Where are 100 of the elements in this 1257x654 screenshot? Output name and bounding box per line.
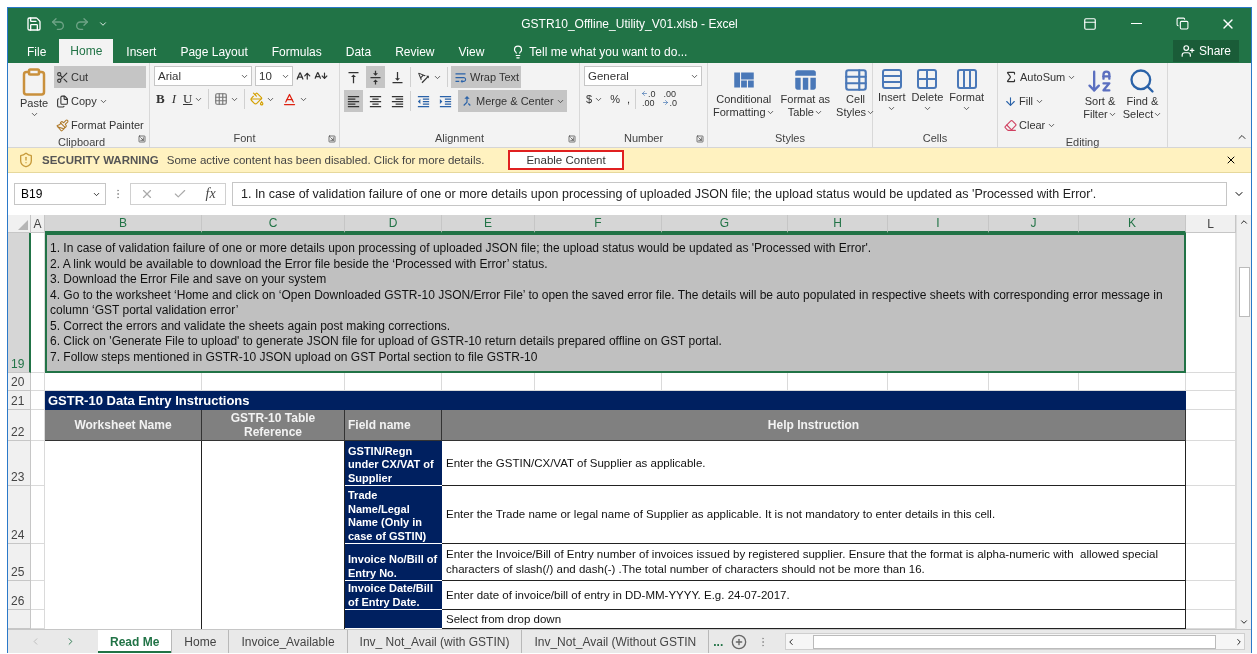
percent-button[interactable]: %	[608, 88, 622, 110]
middle-align-button[interactable]	[366, 66, 385, 88]
column-header[interactable]: B	[45, 215, 202, 233]
name-box[interactable]: B19	[14, 183, 106, 205]
sheet-tab[interactable]: Inv_Not_Avail (Without GSTIN	[522, 630, 710, 653]
table-format-icon	[792, 67, 819, 93]
tell-me-search[interactable]: Tell me what you want to do...	[505, 41, 694, 63]
number-format-field[interactable]: General	[584, 66, 702, 86]
column-header[interactable]: D	[345, 215, 442, 233]
column-header[interactable]: I	[888, 215, 989, 233]
column-header[interactable]: J	[989, 215, 1079, 233]
security-message[interactable]: Some active content has been disabled. Click for more details.	[166, 154, 485, 166]
merge-center-button[interactable]: Merge & Center	[458, 90, 567, 112]
currency-button[interactable]: $	[584, 88, 606, 110]
insert-function-button[interactable]: fx	[205, 186, 216, 202]
styles-button[interactable]: Cell Styles	[835, 66, 877, 132]
share-button[interactable]: Share	[1172, 40, 1239, 62]
decrease-decimal-button[interactable]: .00 .0	[660, 90, 679, 108]
ribbon-tab[interactable]: File	[16, 41, 58, 63]
group-label: Editing	[1065, 136, 1100, 148]
scroll-right-icon	[1234, 636, 1244, 647]
column-header[interactable]: F	[535, 215, 662, 233]
column-header[interactable]: H	[788, 215, 888, 233]
autosum-button[interactable]: AutoSum	[1002, 66, 1079, 88]
ribbon-tab[interactable]: Data	[334, 41, 383, 63]
ribbon-tab[interactable]: View	[447, 41, 496, 63]
cells-button[interactable]: Delete	[910, 66, 945, 132]
copy-button[interactable]: Copy	[54, 90, 146, 112]
horizontal-scrollbar[interactable]	[785, 633, 1245, 650]
column-header[interactable]: E	[442, 215, 535, 233]
row-header[interactable]: 23	[8, 441, 31, 486]
font-name-field[interactable]: Arial	[154, 66, 252, 86]
italic-button[interactable]: I	[169, 88, 178, 110]
cells-button[interactable]: Insert	[877, 66, 907, 132]
row-header[interactable]: 25	[8, 544, 31, 581]
vertical-scrollbar[interactable]	[1236, 215, 1251, 629]
styles-button[interactable]: Format as Table	[779, 66, 832, 132]
dialog-launcher-icon[interactable]	[696, 135, 704, 143]
caret-icon	[814, 108, 823, 117]
column-header[interactable]: G	[662, 215, 788, 233]
decrease-indent-icon	[416, 93, 431, 109]
font-size-field[interactable]: 10	[255, 66, 293, 86]
scroll-thumb[interactable]	[1238, 267, 1250, 317]
row-header[interactable]: 19	[8, 233, 31, 373]
sheet-tab[interactable]: Invoice_Available	[229, 630, 348, 653]
column-header[interactable]: C	[202, 215, 345, 233]
arrow-left-icon	[640, 90, 648, 97]
wrap-text-button[interactable]: Wrap Text	[451, 66, 522, 88]
save-icon[interactable]	[26, 15, 42, 32]
ribbon-tab[interactable]: Formulas	[260, 41, 333, 63]
find-select-button[interactable]: Find & Select	[1121, 66, 1164, 136]
increase-decimal-button[interactable]: .0 .00	[638, 90, 658, 108]
sort-filter-button[interactable]: Sort & Filter	[1082, 66, 1118, 136]
dialog-launcher-icon[interactable]	[328, 135, 336, 143]
group-label: Styles	[775, 132, 805, 146]
ribbon-tab[interactable]: Review	[384, 41, 446, 63]
ribbon-tab[interactable]: Insert	[115, 41, 168, 63]
align-left-icon	[346, 93, 361, 109]
format-painter-button[interactable]: Format Painter	[54, 114, 146, 136]
borders-icon	[214, 92, 229, 106]
cells-button[interactable]: Format	[948, 66, 986, 132]
font-color-icon	[282, 91, 298, 107]
sheet-tab[interactable]: Inv_ Not_Avail (with GSTIN)	[347, 630, 523, 653]
column-header[interactable]: L	[1186, 215, 1236, 233]
caret-icon	[1153, 110, 1163, 119]
empty-cell	[31, 373, 45, 391]
caret-icon	[962, 104, 972, 113]
more-sheets[interactable]: ...	[713, 634, 732, 649]
scroll-thumb[interactable]	[812, 634, 1216, 649]
row-header[interactable]: 20	[8, 373, 31, 391]
caret-icon	[866, 108, 876, 117]
enable-content-button[interactable]: Enable Content	[508, 150, 624, 170]
formula-field[interactable]: 1. In case of validation failure of one or more details upon processing of uploaded JSON file; the upload status would be updated as 'Processed with Error'.	[232, 182, 1227, 206]
cut-button[interactable]: Cut	[54, 66, 146, 88]
dialog-launcher-icon[interactable]	[138, 135, 146, 143]
comma-button[interactable]: ,	[624, 88, 632, 110]
security-title: SECURITY WARNING	[42, 154, 159, 166]
clear-button[interactable]: Clear	[1002, 114, 1079, 136]
paintbrush-icon	[56, 118, 69, 132]
ribbon-tab[interactable]: Home	[59, 39, 114, 63]
dialog-launcher-icon[interactable]	[568, 135, 576, 143]
bold-button[interactable]: B	[154, 88, 167, 110]
add-sheet-icon[interactable]	[731, 633, 748, 650]
row-header[interactable]: 24	[8, 486, 31, 544]
sheet-tab[interactable]: Read Me	[98, 630, 173, 653]
row-header[interactable]: 22	[8, 410, 31, 441]
fill-button[interactable]: Fill	[1002, 90, 1079, 112]
ribbon-tab[interactable]: Page Layout	[169, 41, 259, 63]
align-left-button[interactable]	[344, 90, 363, 112]
paste-button[interactable]: Paste	[18, 66, 50, 136]
underline-button[interactable]: U	[181, 88, 206, 110]
sheet-tab[interactable]: Home	[172, 630, 230, 653]
help-text: Enter the GSTIN/CX/VAT of Supplier as applicable.	[442, 441, 1186, 486]
styles-button[interactable]: Conditional Formatting	[712, 66, 776, 132]
column-header[interactable]: K	[1079, 215, 1186, 233]
row-header[interactable]: 26	[8, 581, 31, 610]
instruction-text: 6. Click on 'Generate File to upload' to generate JSON file for upload of GSTR-10 return details prepared offline on GST portal.	[50, 334, 723, 350]
increase-indent-icon	[438, 93, 453, 109]
row-header[interactable]: 21	[8, 391, 31, 410]
column-header[interactable]: A	[31, 215, 45, 233]
